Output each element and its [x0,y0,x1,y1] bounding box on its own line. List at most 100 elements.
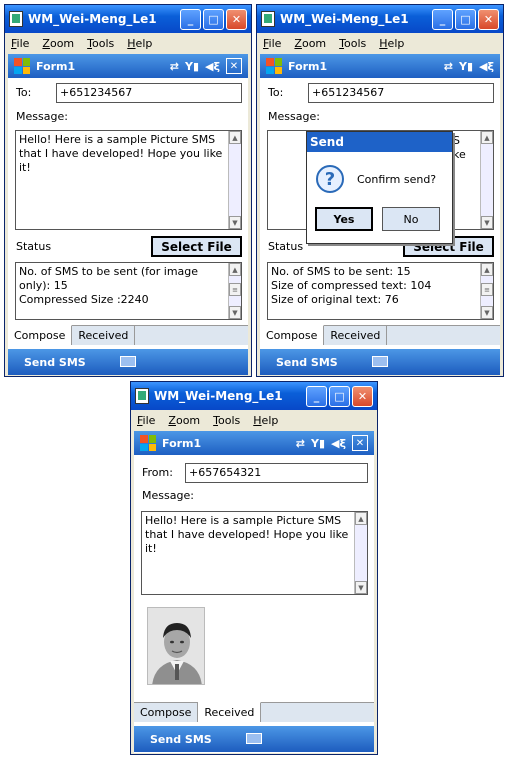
no-button[interactable]: No [382,207,440,231]
tab-compose[interactable]: Compose [134,703,199,722]
yes-button[interactable]: Yes [315,207,373,231]
send-sms-softkey[interactable]: Send SMS [150,733,212,746]
message-label: Message: [268,110,320,123]
maximize-button[interactable]: □ [329,385,350,407]
select-file-button[interactable]: Select File [151,236,242,257]
maximize-button[interactable]: □ [203,8,224,30]
message-textbox[interactable]: Hello! Here is a sample Picture SMS that… [141,511,368,595]
title-bar: WM_Wei-Meng_Le1 _ □ ✕ [257,5,503,33]
tab-bar: Compose Received [260,325,500,345]
close-form-icon[interactable]: ✕ [352,435,368,451]
menu-file[interactable]: File [11,37,29,50]
form-title-bar: Form1 ⇄ Y▮ ◀ξ ✕ [134,431,374,455]
signal-icon[interactable]: Y▮ [185,60,199,73]
windows-flag-icon[interactable] [266,58,282,74]
close-button[interactable]: ✕ [478,8,499,30]
device-screen: Form1 ⇄ Y▮ ◀ξ To: +651234567 Message: ▲ ▼… [260,54,500,375]
message-text-fragment-1: S [453,134,460,147]
keyboard-icon[interactable] [246,733,262,744]
message-scrollbar[interactable]: ▲ ▼ [228,131,241,229]
message-text: Hello! Here is a sample Picture SMS that… [145,514,349,555]
close-form-icon[interactable]: ✕ [226,58,242,74]
signal-icon[interactable]: Y▮ [459,60,473,73]
title-bar: WM_Wei-Meng_Le1 _ □ ✕ [5,5,251,33]
dialog-message: Confirm send? [357,173,437,186]
tab-compose[interactable]: Compose [8,325,73,345]
keyboard-icon[interactable] [372,356,388,367]
form-title-bar: Form1 ⇄ Y▮ ◀ξ [260,54,500,78]
menu-tools[interactable]: Tools [87,37,114,50]
status-line-1: No. of SMS to be sent: 15 [271,265,411,278]
status-textbox[interactable]: No. of SMS to be sent (for image only): … [15,262,242,320]
to-label: To: [268,86,284,99]
send-sms-softkey[interactable]: Send SMS [276,356,338,369]
minimize-button[interactable]: _ [180,8,201,30]
send-sms-softkey[interactable]: Send SMS [24,356,86,369]
form-title: Form1 [162,436,202,450]
connectivity-icon[interactable]: ⇄ [170,60,179,73]
menu-zoom[interactable]: Zoom [42,37,74,50]
menu-file[interactable]: File [137,414,155,427]
title-bar: WM_Wei-Meng_Le1 _ □ ✕ [131,382,377,410]
close-button[interactable]: ✕ [226,8,247,30]
signal-icon[interactable]: Y▮ [311,437,325,450]
window-title: WM_Wei-Meng_Le1 [154,389,283,403]
minimize-button[interactable]: _ [306,385,327,407]
keyboard-icon[interactable] [120,356,136,367]
maximize-button[interactable]: □ [455,8,476,30]
message-scrollbar[interactable]: ▲ ▼ [354,512,367,594]
status-scrollbar[interactable]: ▲ ≡ ▼ [480,263,493,319]
portrait-photo [147,607,205,685]
tab-compose[interactable]: Compose [260,325,325,345]
menu-tools[interactable]: Tools [339,37,366,50]
to-field[interactable]: +651234567 [56,83,242,103]
from-field[interactable]: +657654321 [185,463,368,483]
message-scrollbar[interactable]: ▲ ▼ [480,131,493,229]
status-line-3: Size of original text: 76 [271,293,399,306]
send-dialog: Send ? Confirm send? Yes No [306,131,453,244]
menu-help[interactable]: Help [379,37,404,50]
tab-bar: Compose Received [8,325,248,345]
menu-tools[interactable]: Tools [213,414,240,427]
to-label: To: [16,86,32,99]
menu-file[interactable]: File [263,37,281,50]
softkey-bar: Send SMS [8,349,248,375]
volume-icon[interactable]: ◀ξ [205,60,220,73]
from-label: From: [142,466,173,479]
message-text-fragment-2: ke [453,148,466,161]
status-line-1: No. of SMS to be sent (for image only): … [19,265,199,292]
status-scrollbar[interactable]: ▲ ≡ ▼ [228,263,241,319]
softkey-bar: Send SMS [260,349,500,375]
menu-help[interactable]: Help [127,37,152,50]
emulator-window-confirm: WM_Wei-Meng_Le1 _ □ ✕ File Zoom Tools He… [256,4,504,377]
tab-received[interactable]: Received [72,326,136,345]
windows-flag-icon[interactable] [140,435,156,451]
status-textbox[interactable]: No. of SMS to be sent: 15 Size of compre… [267,262,494,320]
form-title: Form1 [288,59,328,73]
menu-zoom[interactable]: Zoom [168,414,200,427]
message-textbox[interactable]: Hello! Here is a sample Picture SMS that… [15,130,242,230]
close-button[interactable]: ✕ [352,385,373,407]
connectivity-icon[interactable]: ⇄ [444,60,453,73]
connectivity-icon[interactable]: ⇄ [296,437,305,450]
app-icon [261,11,275,27]
menu-bar: File Zoom Tools Help [257,33,503,53]
tab-bar: Compose Received [134,702,374,722]
volume-icon[interactable]: ◀ξ [331,437,346,450]
device-screen: Form1 ⇄ Y▮ ◀ξ ✕ From: +657654321 Message… [134,431,374,753]
menu-zoom[interactable]: Zoom [294,37,326,50]
tab-received[interactable]: Received [324,326,388,345]
message-label: Message: [142,489,194,502]
menu-help[interactable]: Help [253,414,278,427]
volume-icon[interactable]: ◀ξ [479,60,494,73]
message-label: Message: [16,110,68,123]
tab-received[interactable]: Received [198,702,262,722]
emulator-window-received: WM_Wei-Meng_Le1 _ □ ✕ File Zoom Tools He… [130,381,378,755]
window-title: WM_Wei-Meng_Le1 [28,12,157,26]
windows-flag-icon[interactable] [14,58,30,74]
to-field[interactable]: +651234567 [308,83,494,103]
softkey-bar: Send SMS [134,726,374,752]
minimize-button[interactable]: _ [432,8,453,30]
status-label: Status [16,240,52,253]
form-title-bar: Form1 ⇄ Y▮ ◀ξ ✕ [8,54,248,78]
